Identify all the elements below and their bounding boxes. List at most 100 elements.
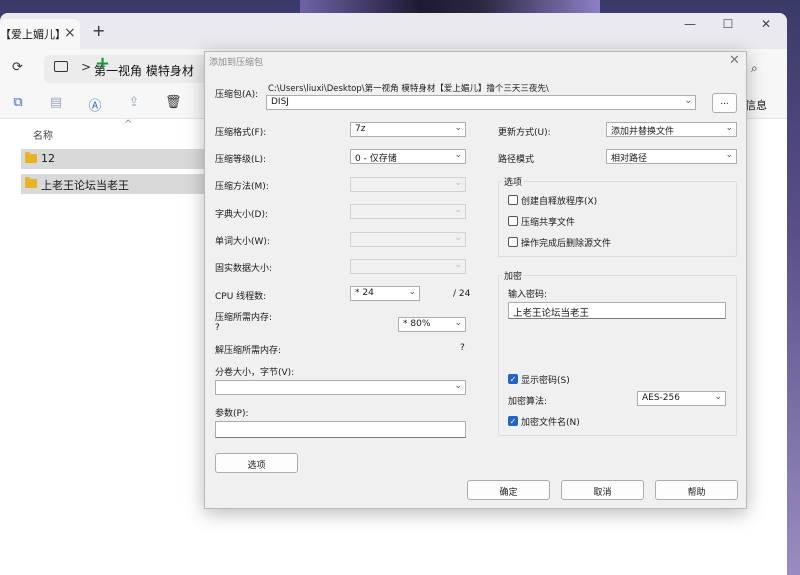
- solid-select: ⌄: [350, 259, 466, 274]
- folder-icon: [25, 177, 37, 188]
- params-label: 参数(P):: [215, 409, 249, 419]
- folder-icon: [25, 152, 37, 163]
- format-select[interactable]: 7z ⌄: [350, 122, 466, 137]
- chevron-down-icon: ⌄: [454, 260, 462, 270]
- copy-icon[interactable]: ⧉: [10, 95, 26, 111]
- tab-bar: 【爱上媚儿】 × + — ☐ ✕: [0, 13, 787, 49]
- level-select[interactable]: 0 - 仅存储 ⌄: [350, 149, 466, 164]
- close-window-icon[interactable]: ✕: [746, 17, 786, 37]
- dict-label: 字典大小(D):: [215, 210, 268, 220]
- chevron-right-icon: >: [81, 60, 92, 74]
- update-label: 更新方式(U):: [498, 128, 551, 138]
- file-name: 12: [41, 152, 55, 165]
- archive-label: 压缩包(A):: [215, 90, 259, 100]
- maximize-icon[interactable]: ☐: [708, 17, 748, 37]
- list-item[interactable]: 12: [21, 149, 206, 169]
- level-value: 0 - 仅存储: [355, 154, 397, 164]
- rename-icon[interactable]: Ⓐ: [87, 95, 103, 114]
- share-icon[interactable]: ⇪: [126, 95, 142, 111]
- cpu-label: CPU 线程数:: [215, 292, 267, 302]
- monitor-icon: [54, 61, 68, 72]
- enc-method-select[interactable]: AES-256 ⌄: [637, 391, 726, 406]
- address-bar[interactable]: > 第一视角 模特身材: [44, 55, 212, 83]
- method-select: ⌄: [350, 177, 466, 192]
- path-mode-select[interactable]: 相对路径 ⌄: [606, 149, 737, 164]
- decomp-label: 解压缩所需内存:: [215, 346, 282, 356]
- chevron-down-icon: ⌄: [714, 392, 722, 402]
- help-button[interactable]: 帮助: [655, 480, 738, 500]
- show-password-label: 显示密码(S): [521, 376, 570, 386]
- search-icon[interactable]: ⌕: [751, 61, 758, 76]
- chevron-down-icon: ⌄: [454, 178, 462, 188]
- chevron-down-icon: ⌄: [454, 318, 462, 328]
- ok-button[interactable]: 确定: [467, 480, 550, 500]
- add-to-archive-dialog: 添加到压缩包 ✕ 压缩包(A): C:\Users\liuxi\Desktop\…: [204, 51, 747, 509]
- background-image: [300, 0, 600, 14]
- encrypt-names-label: 加密文件名(N): [521, 418, 580, 428]
- browse-button[interactable]: ...: [712, 93, 737, 113]
- encrypt-names-checkbox[interactable]: ✓: [508, 416, 518, 426]
- new-tab-icon[interactable]: +: [92, 21, 105, 40]
- cpu-threads-select[interactable]: * 24 ⌄: [350, 286, 420, 301]
- chevron-down-icon: ⌄: [454, 233, 462, 243]
- shared-checkbox[interactable]: [508, 216, 518, 226]
- password-label: 输入密码:: [508, 290, 548, 300]
- cpu-value: * 24: [355, 288, 374, 298]
- encryption-group-title: 加密: [502, 269, 525, 282]
- chevron-down-icon: ⌄: [725, 150, 733, 160]
- archive-path: C:\Users\liuxi\Desktop\第一视角 模特身材【爱上媚儿】撸个…: [268, 84, 549, 94]
- format-label: 压缩格式(F):: [215, 128, 267, 138]
- solid-label: 固实数据大小:: [215, 264, 273, 274]
- update-value: 添加并替换文件: [611, 127, 675, 137]
- sfx-label: 创建自释放程序(X): [521, 197, 598, 207]
- volume-size-combo[interactable]: ⌄: [215, 380, 466, 395]
- delete-after-checkbox[interactable]: [508, 237, 518, 247]
- explorer-tab[interactable]: 【爱上媚儿】 ×: [0, 19, 80, 49]
- show-password-checkbox[interactable]: ✓: [508, 374, 518, 384]
- shared-label: 压缩共享文件: [521, 218, 576, 228]
- format-value: 7z: [355, 124, 366, 134]
- tab-close-icon[interactable]: ×: [64, 26, 76, 40]
- chevron-down-icon: ⌄: [454, 381, 462, 391]
- method-label: 压缩方法(M):: [215, 182, 269, 192]
- password-input[interactable]: 上老王论坛当老王: [508, 302, 726, 319]
- tab-title: 【爱上媚儿】: [0, 28, 66, 41]
- word-label: 单词大小(W):: [215, 237, 270, 247]
- file-name: 上老王论坛当老王: [41, 179, 129, 192]
- refresh-icon[interactable]: ⟳: [12, 60, 23, 75]
- enc-method-label: 加密算法:: [508, 397, 548, 407]
- chevron-down-icon: ⌄: [454, 205, 462, 215]
- sort-caret-icon: ^: [124, 119, 133, 130]
- mem-label: 压缩所需内存:: [215, 313, 273, 323]
- memory-usage-select[interactable]: * 80% ⌄: [398, 317, 466, 332]
- level-label: 压缩等级(L):: [215, 155, 267, 165]
- word-select: ⌄: [350, 232, 466, 247]
- column-header-name[interactable]: 名称: [33, 127, 53, 142]
- mem-value: * 80%: [403, 319, 431, 329]
- path-mode-label: 路径模式: [498, 155, 535, 165]
- list-item[interactable]: 上老王论坛当老王: [21, 174, 206, 194]
- delete-after-label: 操作完成后删除源文件: [521, 239, 612, 249]
- cpu-max: / 24: [453, 289, 471, 299]
- paste-icon[interactable]: ▤: [48, 95, 64, 111]
- dialog-title: 添加到压缩包: [209, 58, 264, 68]
- update-mode-select[interactable]: 添加并替换文件 ⌄: [606, 122, 737, 137]
- volume-label: 分卷大小，字节(V):: [215, 368, 295, 378]
- archive-name-value: DISJ: [271, 97, 289, 107]
- chevron-down-icon: ⌄: [454, 150, 462, 160]
- chevron-down-icon: ⌄: [725, 123, 733, 133]
- archive-name-combo[interactable]: DISJ ⌄: [266, 95, 696, 110]
- enc-method-value: AES-256: [642, 393, 680, 403]
- minimize-icon[interactable]: —: [670, 17, 710, 37]
- chevron-down-icon: ⌄: [454, 123, 462, 133]
- cancel-button[interactable]: 取消: [561, 480, 644, 500]
- options-button[interactable]: 选项: [215, 453, 298, 473]
- dialog-close-icon[interactable]: ✕: [729, 53, 740, 68]
- params-input[interactable]: [215, 421, 466, 438]
- decomp-value: ?: [460, 343, 465, 353]
- options-group-title: 选项: [502, 175, 525, 188]
- details-label[interactable]: 信息: [745, 97, 767, 113]
- sfx-checkbox[interactable]: [508, 195, 518, 205]
- dict-select: ⌄: [350, 204, 466, 219]
- delete-icon[interactable]: 🗑: [165, 95, 182, 111]
